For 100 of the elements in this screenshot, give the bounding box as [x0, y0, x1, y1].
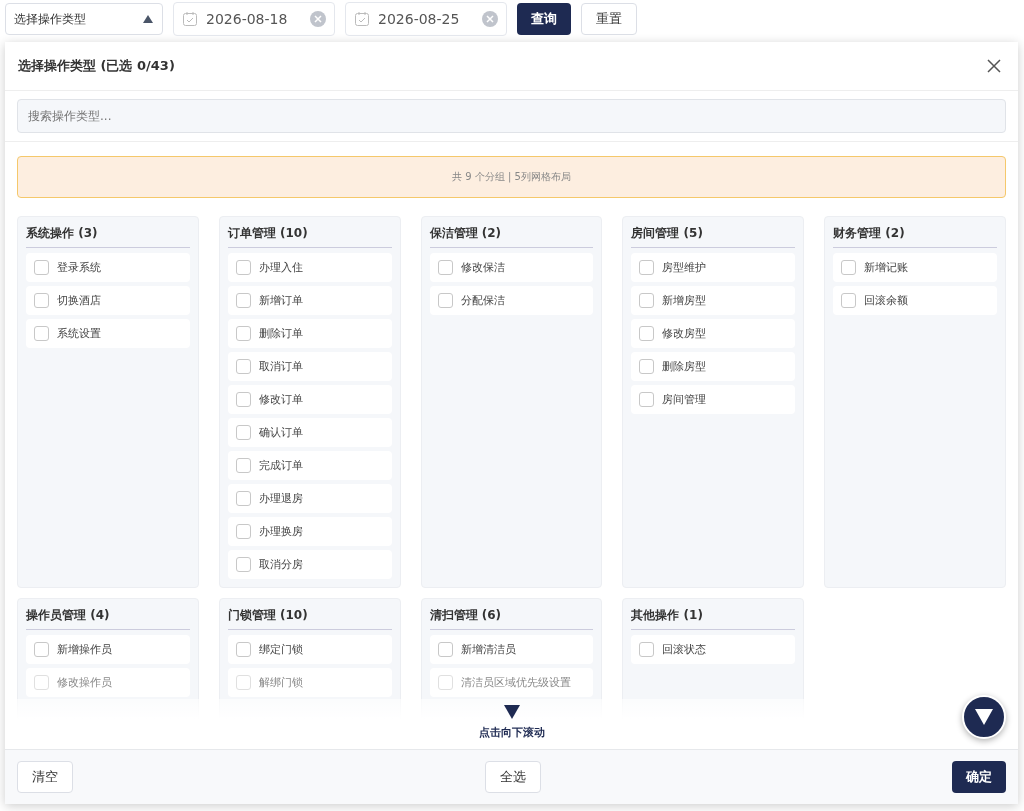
option-label: 新增操作员	[57, 642, 112, 657]
option-item[interactable]: 登录系统	[26, 253, 190, 282]
search-field[interactable]: 搜索操作类型...	[17, 99, 1006, 133]
scroll-hint[interactable]: 点击向下滚动	[478, 725, 545, 740]
option-item[interactable]: 解绑门锁	[227, 668, 392, 697]
checkbox[interactable]	[639, 260, 655, 275]
option-label: 修改操作员	[57, 675, 112, 690]
option-label: 新增订单	[258, 293, 303, 308]
clear-icon[interactable]	[310, 11, 326, 27]
option-label: 切换酒店	[57, 293, 101, 308]
option-item[interactable]: 完成订单	[227, 451, 392, 480]
option-item[interactable]: 办理退房	[227, 484, 392, 513]
checkbox[interactable]	[235, 458, 251, 473]
checkbox[interactable]	[235, 326, 251, 341]
option-item[interactable]: 修改操作员	[26, 668, 190, 697]
option-label: 回滚余额	[864, 293, 909, 308]
option-label: 回滚状态	[662, 642, 707, 657]
option-item[interactable]: 删除订单	[227, 319, 392, 348]
start-date-field[interactable]: 2026-08-18	[173, 2, 335, 36]
calendar-icon	[354, 11, 370, 27]
option-label: 系统设置	[57, 326, 101, 341]
reset-button[interactable]: 重置	[581, 3, 637, 35]
option-item[interactable]: 绑定门锁	[227, 635, 392, 664]
checkbox[interactable]	[639, 642, 655, 657]
option-label: 登录系统	[57, 260, 101, 275]
checkbox[interactable]	[639, 293, 655, 308]
option-item[interactable]: 办理换房	[227, 517, 392, 546]
checkbox[interactable]	[639, 392, 655, 407]
checkbox[interactable]	[235, 642, 251, 657]
option-item[interactable]: 修改订单	[227, 385, 392, 414]
option-item[interactable]: 修改保洁	[429, 253, 594, 282]
clear-icon[interactable]	[482, 11, 498, 27]
group-title: 保洁管理 (2)	[429, 225, 594, 248]
option-item[interactable]: 分配保洁	[429, 286, 594, 315]
down-triangle-icon	[975, 709, 993, 725]
option-label: 修改房型	[662, 326, 707, 341]
checkbox[interactable]	[841, 260, 857, 275]
checkbox[interactable]	[639, 326, 655, 341]
checkbox[interactable]	[437, 260, 453, 275]
group-title: 门锁管理 (10)	[227, 607, 392, 630]
option-item[interactable]: 确认订单	[227, 418, 392, 447]
checkbox[interactable]	[437, 675, 453, 690]
option-label: 清洁员区域优先级设置	[460, 675, 571, 690]
checkbox[interactable]	[235, 425, 251, 440]
option-item[interactable]: 取消订单	[227, 352, 392, 381]
checkbox[interactable]	[437, 293, 453, 308]
option-item[interactable]: 办理入住	[227, 253, 392, 282]
dialog-title: 选择操作类型 (已选 0/43)	[18, 57, 175, 75]
checkbox[interactable]	[235, 293, 251, 308]
checkbox[interactable]	[235, 392, 251, 407]
group-title: 系统操作 (3)	[26, 225, 190, 248]
clear-button[interactable]: 清空	[17, 761, 73, 793]
checkbox[interactable]	[34, 260, 49, 275]
option-label: 新增记账	[864, 260, 909, 275]
checkbox[interactable]	[34, 675, 49, 690]
option-item[interactable]: 新增房型	[631, 286, 796, 315]
option-label: 绑定门锁	[258, 642, 303, 657]
option-item[interactable]: 修改房型	[631, 319, 796, 348]
option-label: 房型维护	[662, 260, 707, 275]
checkbox[interactable]	[639, 359, 655, 374]
checkbox[interactable]	[841, 293, 857, 308]
option-item[interactable]: 新增订单	[227, 286, 392, 315]
option-label: 办理退房	[258, 491, 303, 506]
option-label: 修改保洁	[460, 260, 505, 275]
checkbox[interactable]	[235, 491, 251, 506]
checkbox[interactable]	[34, 642, 49, 657]
option-item[interactable]: 回滚状态	[631, 635, 796, 664]
option-label: 取消订单	[258, 359, 303, 374]
option-item[interactable]: 房间管理	[631, 385, 796, 414]
option-item[interactable]: 清洁员区域优先级设置	[429, 668, 594, 697]
operation-type-select[interactable]: 选择操作类型	[5, 3, 163, 35]
calendar-icon	[182, 11, 198, 27]
option-item[interactable]: 回滚余额	[833, 286, 997, 315]
checkbox[interactable]	[235, 359, 251, 374]
option-item[interactable]: 取消分房	[227, 550, 392, 579]
option-label: 删除订单	[258, 326, 303, 341]
option-item[interactable]: 新增记账	[833, 253, 997, 282]
select-all-button[interactable]: 全选	[484, 761, 541, 793]
end-date-field[interactable]: 2026-08-25	[345, 2, 507, 36]
group-title: 订单管理 (10)	[227, 225, 392, 248]
checkbox[interactable]	[235, 675, 251, 690]
option-item[interactable]: 切换酒店	[26, 286, 190, 315]
option-item[interactable]: 房型维护	[631, 253, 796, 282]
option-item[interactable]: 系统设置	[26, 319, 190, 348]
group-title: 操作员管理 (4)	[26, 607, 190, 630]
confirm-button[interactable]: 确定	[952, 761, 1006, 793]
checkbox[interactable]	[235, 557, 251, 572]
close-icon[interactable]	[986, 58, 1002, 74]
info-banner: 共 9 个分组 | 5列网格布局	[17, 156, 1006, 198]
option-label: 取消分房	[258, 557, 303, 572]
option-label: 删除房型	[662, 359, 707, 374]
option-item[interactable]: 新增操作员	[26, 635, 190, 664]
checkbox[interactable]	[34, 326, 49, 341]
checkbox[interactable]	[34, 293, 49, 308]
search-button[interactable]: 查询	[517, 3, 571, 35]
option-item[interactable]: 新增清洁员	[429, 635, 594, 664]
checkbox[interactable]	[437, 642, 453, 657]
option-item[interactable]: 删除房型	[631, 352, 796, 381]
checkbox[interactable]	[235, 524, 251, 539]
checkbox[interactable]	[235, 260, 251, 275]
